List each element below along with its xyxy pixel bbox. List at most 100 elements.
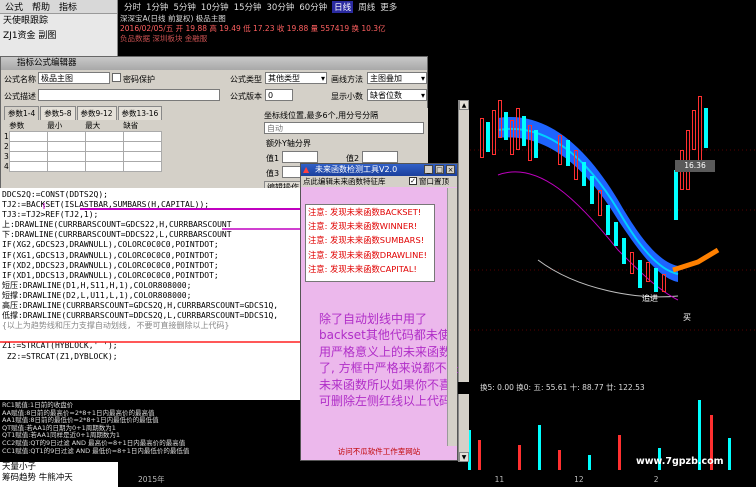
param-row-number: 3 bbox=[4, 152, 9, 161]
topmost-label: 窗口置顶 bbox=[419, 177, 449, 186]
param-cell[interactable] bbox=[122, 151, 162, 162]
candle bbox=[614, 222, 618, 246]
editor-scrollbar[interactable]: ▲ ▼ bbox=[458, 100, 469, 462]
scroll-up-icon[interactable]: ▲ bbox=[459, 100, 469, 110]
formula-version-input[interactable]: 0 bbox=[265, 89, 293, 101]
tab-params-13-16[interactable]: 参数13-16 bbox=[117, 106, 163, 120]
menu-help[interactable]: 帮助 bbox=[29, 0, 53, 13]
watermark: www.7gpzb.com bbox=[636, 456, 724, 467]
param-cell[interactable] bbox=[84, 131, 124, 142]
value1-label: 值1 bbox=[266, 154, 280, 163]
sidebar-item-angel-eye[interactable]: 天使眼跟踪 bbox=[0, 14, 117, 29]
value3-label: 值3 bbox=[266, 169, 280, 178]
tab-params-1-4[interactable]: 参数1-4 bbox=[4, 106, 40, 120]
left-sidebar: 公式 帮助 指标 天使眼跟踪 ZJ1资金 副图 bbox=[0, 0, 118, 60]
label-mai: 买 bbox=[683, 313, 691, 322]
code-line[interactable]: Z2:=STRCAT(Z1,DYBLOCK); bbox=[2, 352, 300, 362]
topmost-checkbox[interactable]: ✓ bbox=[409, 177, 417, 185]
candle bbox=[504, 112, 508, 140]
tab-period-2[interactable]: 5分钟 bbox=[173, 1, 195, 13]
coord-label: 坐标线位置,最多6个,用分号分隔 bbox=[264, 111, 379, 120]
warning-item: 注意: 发现未来函数CAPITAL! bbox=[308, 263, 417, 274]
date-tick: 2015年 bbox=[138, 475, 165, 484]
stock-quote: 2016/02/05/五 开 19.88 高 19.49 低 17.23 收 1… bbox=[120, 24, 386, 33]
warning-item: 注意: 发现未来函数DRAWLINE! bbox=[308, 249, 427, 260]
password-checkbox[interactable] bbox=[112, 73, 121, 82]
param-cell[interactable] bbox=[122, 161, 162, 172]
param-row-number: 2 bbox=[4, 142, 9, 151]
stock-info-bar: 深深宝A(日线 前复权) 极品主图 2016/02/05/五 开 19.88 高… bbox=[118, 14, 438, 48]
candle bbox=[522, 116, 526, 146]
future-function-checker-window: ▲ 未来函数检测工具V2.0 _ □ × 点此编辑未来函数特征库 ✓ 窗口置顶 … bbox=[300, 163, 459, 461]
menu-indicator[interactable]: 指标 bbox=[56, 0, 80, 13]
param-cell[interactable] bbox=[84, 161, 124, 172]
tab-period-4[interactable]: 15分钟 bbox=[234, 1, 262, 13]
scroll-down-icon[interactable]: ▼ bbox=[459, 452, 469, 462]
param-header-max: 最大 bbox=[85, 121, 101, 130]
date-tick: 12 bbox=[574, 475, 584, 484]
candle bbox=[704, 108, 708, 148]
tab-params-5-8[interactable]: 参数5-8 bbox=[40, 106, 76, 120]
param-cell[interactable] bbox=[8, 141, 48, 152]
param-cell[interactable] bbox=[8, 131, 48, 142]
candle bbox=[516, 108, 520, 150]
candle bbox=[638, 260, 642, 288]
formula-name-input[interactable]: 极品主图 bbox=[38, 72, 110, 84]
tab-period-6[interactable]: 60分钟 bbox=[299, 1, 327, 13]
param-header-default: 缺省 bbox=[123, 121, 139, 130]
close-icon[interactable]: × bbox=[446, 165, 455, 174]
param-cell[interactable] bbox=[46, 151, 86, 162]
tab-period-9[interactable]: 更多 bbox=[380, 1, 397, 13]
tab-period-5[interactable]: 30分钟 bbox=[267, 1, 295, 13]
tab-period-8[interactable]: 周线 bbox=[358, 1, 375, 13]
candle bbox=[622, 238, 626, 264]
tab-period-0[interactable]: 分时 bbox=[124, 1, 141, 13]
checker-scrollbar[interactable] bbox=[447, 188, 457, 446]
warning-item: 注意: 发现未来函数SUMBARS! bbox=[308, 235, 425, 246]
menu-formula[interactable]: 公式 bbox=[2, 0, 26, 13]
studio-website-link[interactable]: 访问不瓜软件工作室网站 bbox=[301, 446, 457, 458]
param-cell[interactable] bbox=[46, 131, 86, 142]
candle bbox=[582, 162, 586, 186]
tab-period-7[interactable]: 日线 bbox=[332, 1, 354, 13]
param-cell[interactable] bbox=[8, 161, 48, 172]
tab-period-1[interactable]: 1分钟 bbox=[146, 1, 168, 13]
param-cell[interactable] bbox=[46, 161, 86, 172]
param-header-min: 最小 bbox=[47, 121, 63, 130]
value1-input[interactable] bbox=[282, 151, 318, 163]
candle bbox=[692, 110, 696, 150]
warning-list: 注意: 发现未来函数BACKSET! 注意: 发现未来函数WINNER! 注意: 发… bbox=[305, 204, 435, 282]
maximize-icon[interactable]: □ bbox=[435, 165, 444, 174]
coord-input[interactable]: 自动 bbox=[264, 122, 424, 134]
bottom-stats-bar: 换5: 0.00 换0: 五: 55.61 十: 88.77 廿: 122.53 bbox=[458, 382, 756, 394]
decimal-select[interactable]: 缺省位数 bbox=[367, 89, 427, 101]
param-cell[interactable] bbox=[8, 151, 48, 162]
period-tab-bar: 分时 1分钟 5分钟 10分钟 15分钟 30分钟 60分钟 日线 周线 更多 bbox=[118, 0, 756, 14]
formula-type-select[interactable]: 其他类型 bbox=[265, 72, 327, 84]
candle bbox=[498, 100, 502, 138]
tab-period-3[interactable]: 10分钟 bbox=[201, 1, 229, 13]
candle bbox=[590, 176, 594, 204]
formula-desc-input[interactable] bbox=[38, 89, 220, 101]
candle bbox=[528, 125, 532, 161]
param-cell[interactable] bbox=[84, 151, 124, 162]
param-cell[interactable] bbox=[122, 141, 162, 152]
indicator-item-volume[interactable]: 天量小子 bbox=[2, 462, 118, 473]
param-header-name: 参数 bbox=[9, 121, 25, 130]
param-cell[interactable] bbox=[122, 131, 162, 142]
checker-title: 未来函数检测工具V2.0 bbox=[315, 165, 398, 174]
value2-input[interactable] bbox=[362, 151, 398, 163]
tab-params-9-12[interactable]: 参数9-12 bbox=[76, 106, 117, 120]
draw-method-select[interactable]: 主图叠加 bbox=[367, 72, 427, 84]
minimize-icon[interactable]: _ bbox=[424, 165, 433, 174]
candle bbox=[654, 268, 658, 292]
sidebar-toolbar: 公式 帮助 指标 bbox=[0, 0, 117, 14]
date-axis: 2015年 11 12 2 bbox=[118, 473, 756, 487]
param-cell[interactable] bbox=[46, 141, 86, 152]
sidebar-item-zj1[interactable]: ZJ1资金 副图 bbox=[0, 29, 117, 44]
decimal-label: 显示小数 bbox=[331, 92, 363, 101]
param-cell[interactable] bbox=[84, 141, 124, 152]
indicator-item-chip[interactable]: 筹码趋势 牛熊冲天 bbox=[2, 473, 118, 484]
candle bbox=[662, 274, 666, 292]
edit-library-link[interactable]: 点此编辑未来函数特征库 bbox=[303, 177, 386, 186]
